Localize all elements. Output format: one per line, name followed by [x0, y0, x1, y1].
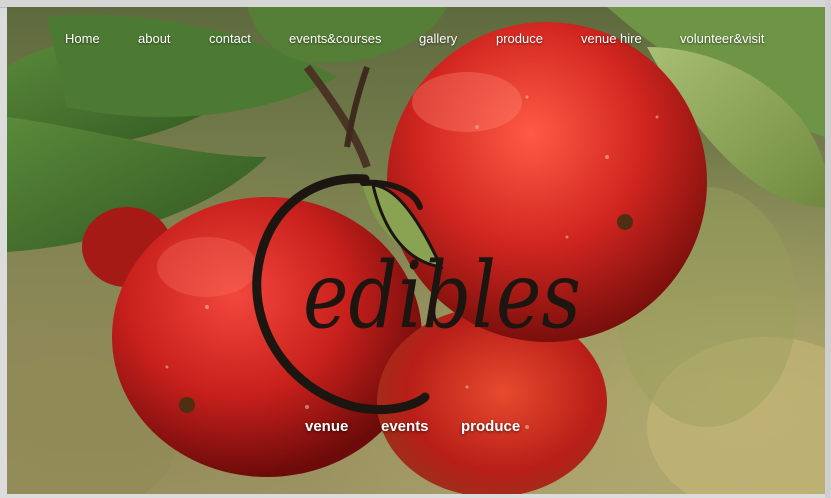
nav-link-gallery[interactable]: gallery [419, 31, 457, 46]
hero-banner: Home about contact events&courses galler… [7, 7, 825, 494]
nav-link-venue-hire[interactable]: venue hire [581, 31, 642, 46]
page-scrollbar[interactable] [825, 0, 831, 498]
subnav-link-venue[interactable]: venue [305, 418, 348, 435]
subnav-link-events[interactable]: events [381, 418, 429, 435]
nav-link-about[interactable]: about [138, 31, 171, 46]
logo-text: edibles [303, 242, 581, 349]
subnav-link-produce[interactable]: produce [461, 418, 520, 435]
main-navigation: Home about contact events&courses galler… [7, 27, 825, 51]
edibles-logo[interactable]: edibles [245, 167, 590, 417]
nav-link-home[interactable]: Home [65, 31, 100, 46]
browser-viewport: Home about contact events&courses galler… [0, 0, 831, 498]
nav-link-events-courses[interactable]: events&courses [289, 31, 382, 46]
hero-subnavigation: venue events produce [7, 417, 825, 441]
nav-link-produce[interactable]: produce [496, 31, 543, 46]
nav-link-volunteer-visit[interactable]: volunteer&visit [680, 31, 765, 46]
nav-link-contact[interactable]: contact [209, 31, 251, 46]
